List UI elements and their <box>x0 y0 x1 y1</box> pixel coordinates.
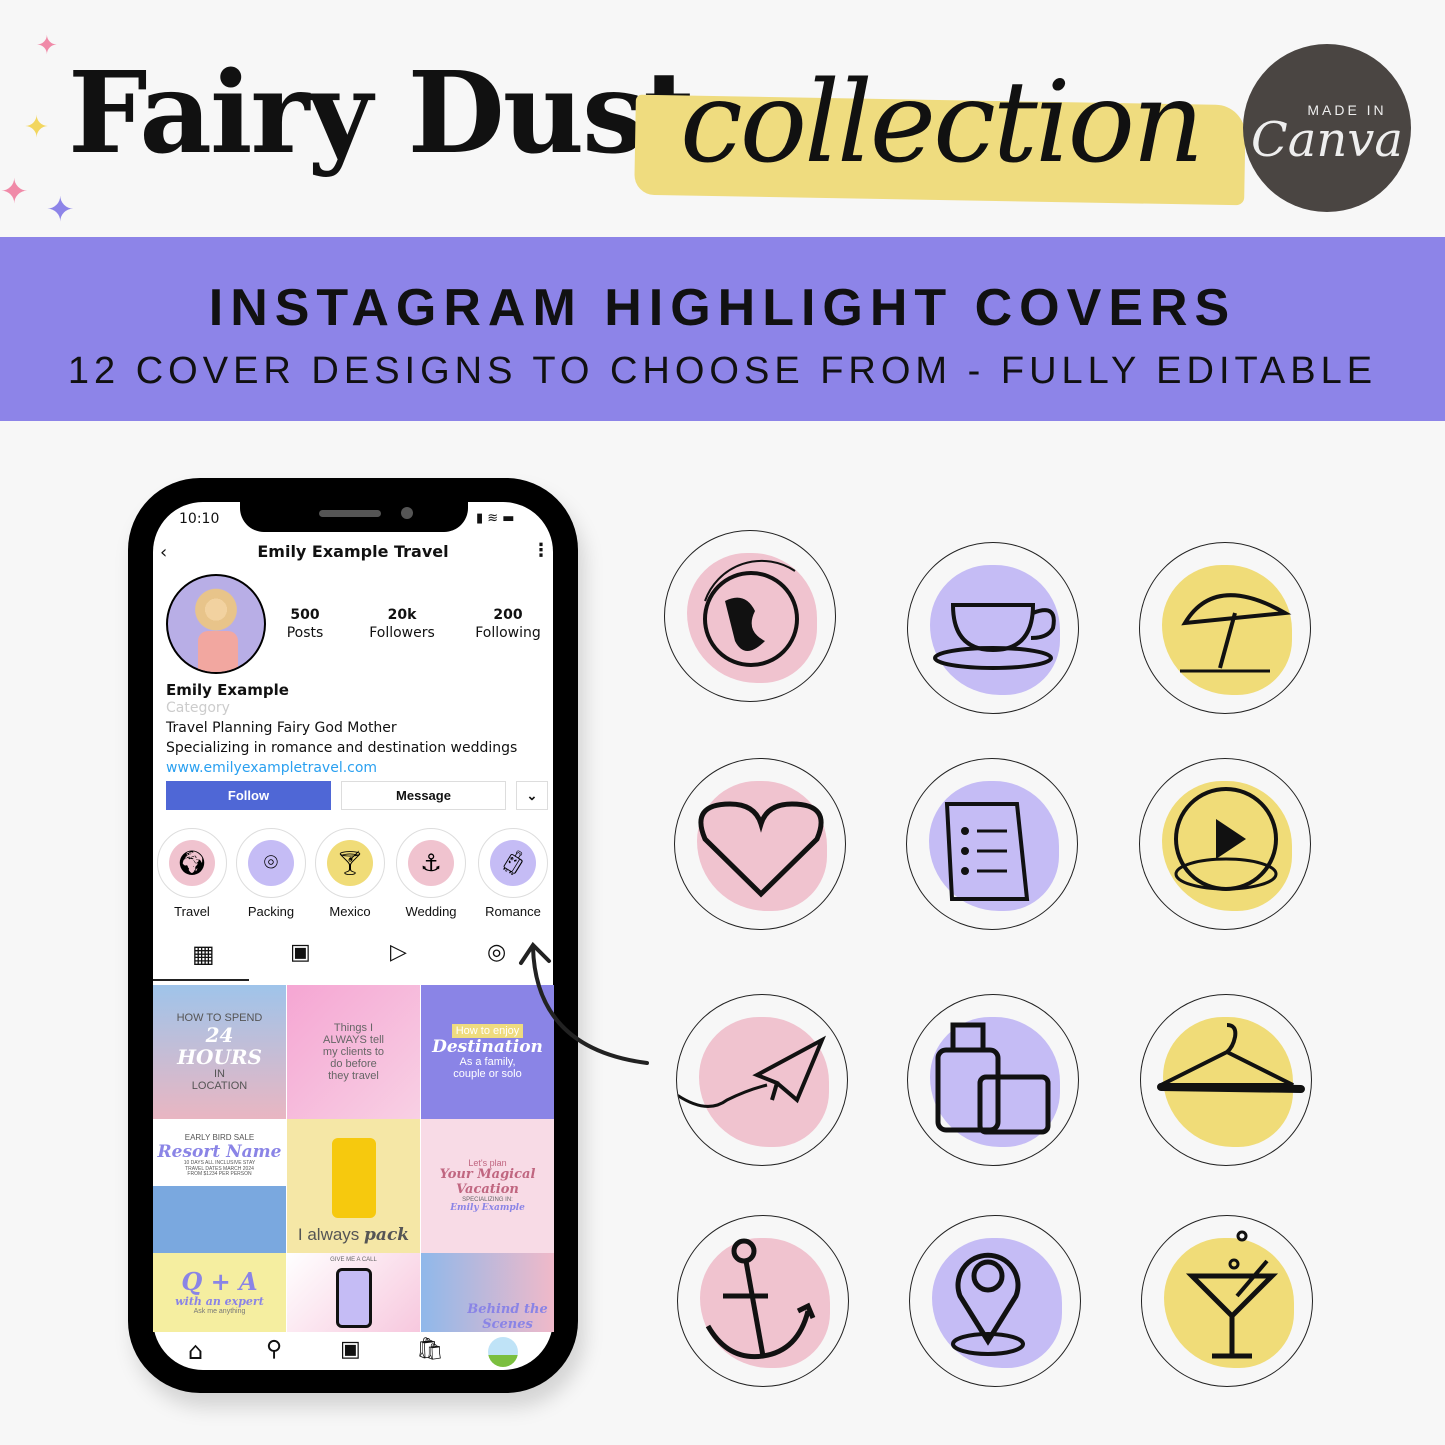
speaker <box>319 510 381 517</box>
made-in-canva-badge: MADE IN Canva <box>1243 44 1411 212</box>
follow-button[interactable]: Follow <box>166 781 331 810</box>
status-icons: ▮ ≋ ▬ <box>476 511 515 526</box>
highlight-cover-teacup <box>907 542 1079 714</box>
hanger-icon <box>1157 1023 1305 1093</box>
play-button-icon <box>1174 787 1278 891</box>
post-thumbnail[interactable]: HOW TO SPEND 24 HOURS IN LOCATION <box>153 985 286 1119</box>
sparkle-icon: ✦ <box>0 173 29 211</box>
message-button[interactable]: Message <box>341 781 506 810</box>
highlight-label: Packing <box>247 904 295 919</box>
avatar[interactable] <box>166 574 266 674</box>
home-icon[interactable]: ⌂ <box>188 1337 203 1365</box>
reels-icon[interactable]: ▣ <box>340 1337 361 1362</box>
grid-tab-icon[interactable]: ▦ <box>192 940 215 968</box>
highlight-cover-paper-plane <box>676 994 848 1166</box>
bio-line: Specializing in romance and destination … <box>166 740 518 756</box>
bio-line: Travel Planning Fairy God Mother <box>166 720 397 736</box>
highlight-cover-anchor <box>677 1215 849 1387</box>
stat-following[interactable]: 200 Following <box>470 606 546 642</box>
highlight-wedding[interactable]: ⚓︎ Wedding <box>396 828 466 919</box>
search-icon[interactable]: ⚲ <box>266 1337 282 1362</box>
post-thumbnail[interactable]: EARLY BIRD SALE Resort Name 10 DAYS ALL IN… <box>153 1119 286 1253</box>
sparkle-icon: ✦ <box>24 111 50 144</box>
post-thumbnail[interactable]: Let's plan Your Magical Vacation SPECIALIZ… <box>421 1119 554 1253</box>
highlight-packing[interactable]: ⌾ Packing <box>236 828 306 919</box>
cocktail-icon: 🍸︎ <box>327 840 373 886</box>
highlight-romance[interactable]: 🧳︎ Romance <box>478 828 548 919</box>
luggage-icon <box>935 1022 1051 1135</box>
banner-heading: INSTAGRAM HIGHLIGHT COVERS <box>208 279 1237 337</box>
video-tab-icon[interactable]: ▷ <box>390 940 407 965</box>
post-thumbnail[interactable]: I always pack <box>287 1119 420 1253</box>
stat-followers[interactable]: 20k Followers <box>362 606 442 642</box>
highlight-cover-globe <box>664 530 836 702</box>
luggage-icon: 🧳︎ <box>490 840 536 886</box>
highlight-cover-hanger <box>1140 994 1312 1166</box>
post-thumbnail[interactable]: Behind the Scenes <box>421 1253 554 1332</box>
sparkle-icon: ✦ <box>36 30 58 60</box>
highlight-cover-play-button <box>1139 758 1311 930</box>
map-pin-icon <box>951 1252 1025 1356</box>
sparkle-icon: ✦ <box>46 191 75 229</box>
title-main: Fairy Dust <box>68 48 695 179</box>
tagged-tab-icon[interactable]: ◎ <box>487 940 506 965</box>
account-title: Emily Example Travel <box>257 542 449 561</box>
badge-brand-text: Canva <box>1251 112 1403 168</box>
highlight-travel[interactable]: 🌍︎ Travel <box>157 828 227 919</box>
anchor-icon: ⚓︎ <box>408 840 454 886</box>
paper-plane-icon <box>677 1035 827 1108</box>
reels-tab-icon[interactable]: ▣ <box>290 940 311 965</box>
highlight-label: Romance <box>485 904 541 919</box>
shop-icon[interactable]: 🛍︎ <box>416 1337 444 1362</box>
suitcase-image <box>331 1138 376 1219</box>
banner-subheading: 12 COVER DESIGNS TO CHOOSE FROM - FULLY … <box>67 350 1378 392</box>
highlight-label: Travel <box>174 904 210 919</box>
profile-name: Emily Example <box>166 681 289 699</box>
highlight-cover-map-pin <box>909 1215 1081 1387</box>
cocktail-icon <box>1185 1230 1279 1359</box>
beach-umbrella-icon <box>1180 593 1292 673</box>
map-pin-icon: ⌾ <box>248 840 294 886</box>
title-script: collection <box>680 58 1204 188</box>
chevron-down-icon[interactable]: ⌄ <box>516 781 548 810</box>
anchor-icon <box>705 1238 816 1360</box>
arrow-icon <box>519 941 649 1065</box>
highlight-cover-checklist <box>906 758 1078 930</box>
globe-icon <box>703 559 799 667</box>
post-thumbnail[interactable]: GIVE ME A CALL <box>287 1253 420 1332</box>
globe-icon: 🌍︎ <box>169 840 215 886</box>
profile-category: Category <box>166 700 230 716</box>
camera <box>401 507 413 519</box>
profile-nav-avatar[interactable] <box>488 1337 518 1367</box>
highlight-cover-cocktail <box>1141 1215 1313 1387</box>
teacup-icon <box>933 603 1056 670</box>
status-time: 10:10 <box>179 511 220 527</box>
phone-notch <box>240 502 468 532</box>
checklist-icon <box>944 802 1030 901</box>
post-thumbnail[interactable]: Q + Awith an expert Ask me anything <box>153 1253 286 1332</box>
more-options-icon[interactable]: ⋮ <box>532 540 550 561</box>
highlight-cover-heart <box>674 758 846 930</box>
heart-icon <box>698 801 824 898</box>
active-tab-indicator <box>153 979 249 981</box>
post-thumbnail[interactable]: Things I ALWAYS tell my clients to do befor… <box>287 985 420 1119</box>
highlight-mexico[interactable]: 🍸︎ Mexico <box>315 828 385 919</box>
highlight-label: Wedding <box>405 904 457 919</box>
highlight-cover-beach-umbrella <box>1139 542 1311 714</box>
highlight-label: Mexico <box>329 904 371 919</box>
highlight-cover-luggage <box>907 994 1079 1166</box>
profile-link[interactable]: www.emilyexampletravel.com <box>166 760 377 776</box>
stat-posts[interactable]: 500 Posts <box>275 606 335 642</box>
